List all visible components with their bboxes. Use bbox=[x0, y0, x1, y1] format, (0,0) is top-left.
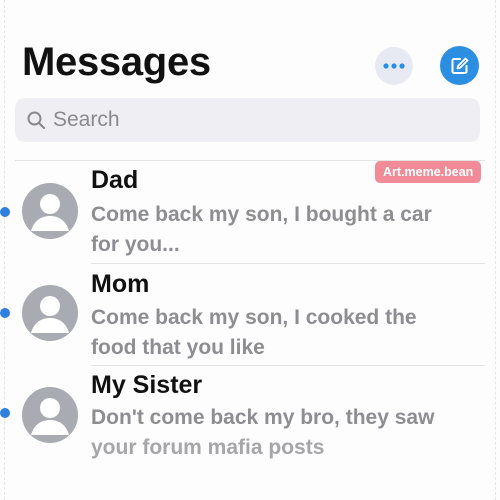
page-title: Messages bbox=[22, 40, 211, 84]
ellipsis-icon bbox=[383, 63, 405, 69]
conversation-row-dad[interactable]: Dad Come back my son, I bought a car for… bbox=[0, 160, 500, 260]
conversation-sender: Mom bbox=[91, 270, 150, 298]
conversation-preview: Come back my son, I bought a car for you… bbox=[91, 200, 491, 260]
unread-indicator bbox=[0, 308, 10, 318]
conversation-sender: My Sister bbox=[91, 371, 203, 399]
search-icon bbox=[25, 109, 47, 131]
avatar bbox=[22, 183, 78, 239]
preview-line: your forum mafia posts bbox=[91, 436, 325, 459]
conversation-preview: Come back my son, I cooked the food that… bbox=[91, 303, 491, 363]
avatar bbox=[22, 387, 78, 443]
messages-screen: Messages Search Art.meme.bean Dad Come b… bbox=[0, 0, 500, 500]
more-options-button[interactable] bbox=[375, 47, 413, 85]
conversation-preview: Don't come back my bro, they saw your fo… bbox=[91, 403, 491, 463]
preview-line: Don't come back my bro, they saw bbox=[91, 406, 435, 429]
preview-line: Come back my son, I cooked the bbox=[91, 306, 417, 329]
search-bar[interactable]: Search bbox=[15, 98, 480, 142]
compose-button[interactable] bbox=[440, 46, 479, 85]
person-placeholder-icon bbox=[31, 398, 69, 435]
conversation-row-mom[interactable]: Mom Come back my son, I cooked the food … bbox=[0, 263, 500, 363]
unread-indicator bbox=[0, 408, 10, 418]
preview-line: Come back my son, I bought a car bbox=[91, 203, 432, 226]
avatar bbox=[22, 285, 78, 341]
preview-line: for you... bbox=[91, 233, 180, 256]
search-placeholder: Search bbox=[53, 108, 120, 131]
preview-line: food that you like bbox=[91, 336, 265, 359]
unread-indicator bbox=[0, 207, 10, 217]
compose-icon bbox=[451, 57, 468, 74]
person-placeholder-icon bbox=[31, 194, 69, 231]
conversation-row-my-sister[interactable]: My Sister Don't come back my bro, they s… bbox=[0, 365, 500, 465]
conversation-sender: Dad bbox=[91, 166, 139, 194]
person-placeholder-icon bbox=[31, 296, 69, 333]
